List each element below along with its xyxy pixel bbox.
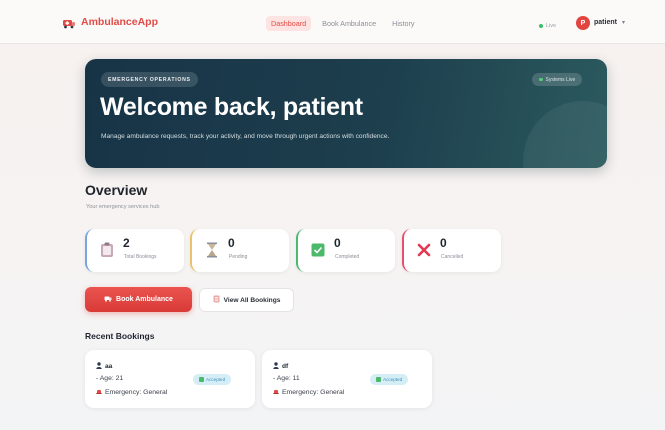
stat-pending: 0 Pending xyxy=(190,229,289,272)
top-nav: AmbulanceApp Dashboard Book Ambulance Hi… xyxy=(0,0,665,44)
stat-completed: 0 Completed xyxy=(296,229,395,272)
stat-value: 2 xyxy=(123,236,130,250)
chevron-down-icon[interactable]: ▾ xyxy=(622,19,625,26)
welcome-hero: EMERGENCY OPERATIONS Systems Live Welcom… xyxy=(85,59,607,168)
overview-title: Overview xyxy=(85,182,148,198)
status-dot-icon xyxy=(539,77,543,82)
live-dot-icon xyxy=(539,24,543,28)
check-box-icon xyxy=(199,377,204,382)
stat-cancelled: 0 Cancelled xyxy=(402,229,501,272)
nav-link-history[interactable]: History xyxy=(387,16,419,31)
booking-card[interactable]: aa - Age: 21 Emergency: General Accepted xyxy=(85,350,255,408)
book-ambulance-label: Book Ambulance xyxy=(116,296,173,303)
check-box-icon xyxy=(376,377,381,382)
stat-label: Cancelled xyxy=(441,254,464,260)
ambulance-icon xyxy=(62,16,76,29)
nav-link-book-ambulance[interactable]: Book Ambulance xyxy=(317,16,381,31)
check-box-icon xyxy=(310,242,326,258)
patient-name: df xyxy=(282,363,289,370)
book-ambulance-button[interactable]: Book Ambulance xyxy=(85,287,192,312)
recent-bookings-title: Recent Bookings xyxy=(85,331,155,341)
stat-total-bookings: 2 Total Bookings xyxy=(85,229,184,272)
booking-patient: df xyxy=(273,362,288,371)
status-badge: Accepted xyxy=(370,374,409,385)
emergency-label: Emergency: General xyxy=(282,388,345,396)
siren-icon xyxy=(273,388,279,396)
stat-value: 0 xyxy=(440,236,447,250)
hero-badge: EMERGENCY OPERATIONS xyxy=(101,72,198,87)
live-indicator: Live xyxy=(539,23,556,29)
patient-name: aa xyxy=(105,363,113,370)
systems-status: Systems Live xyxy=(532,73,583,86)
nav-links: Dashboard Book Ambulance History xyxy=(266,16,420,31)
booking-patient: aa xyxy=(96,362,112,371)
hourglass-icon xyxy=(204,242,220,258)
stat-label: Pending xyxy=(229,254,248,260)
overview-subtitle: Your emergency services hub xyxy=(86,204,160,210)
emergency-type: Emergency: General xyxy=(273,388,344,396)
user-name[interactable]: patient xyxy=(594,19,617,26)
brand-name: AmbulanceApp xyxy=(81,16,159,28)
ambulance-icon xyxy=(104,295,112,304)
patient-age: - Age: 11 xyxy=(273,375,300,382)
systems-status-label: Systems Live xyxy=(545,76,576,83)
person-icon xyxy=(273,362,279,371)
stat-label: Total Bookings xyxy=(124,254,157,260)
hero-subtitle: Manage ambulance requests, track your ac… xyxy=(101,133,390,140)
hero-title: Welcome back, patient xyxy=(100,93,363,121)
list-icon xyxy=(213,295,220,305)
emergency-label: Emergency: General xyxy=(105,388,168,396)
booking-card[interactable]: df - Age: 11 Emergency: General Accepted xyxy=(262,350,432,408)
nav-link-dashboard[interactable]: Dashboard xyxy=(266,16,312,31)
view-all-bookings-label: View All Bookings xyxy=(223,296,281,304)
clipboard-icon xyxy=(99,242,115,258)
status-label: Accepted xyxy=(206,377,226,382)
status-label: Accepted xyxy=(383,377,403,382)
emergency-type: Emergency: General xyxy=(96,388,167,396)
brand[interactable]: AmbulanceApp xyxy=(62,16,159,29)
stat-value: 0 xyxy=(334,236,341,250)
patient-age: - Age: 21 xyxy=(96,375,124,382)
stat-value: 0 xyxy=(228,236,235,250)
live-label: Live xyxy=(546,23,557,29)
view-all-bookings-button[interactable]: View All Bookings xyxy=(199,288,294,312)
hero-decoration xyxy=(523,101,607,168)
status-badge: Accepted xyxy=(193,374,232,385)
person-icon xyxy=(96,362,102,371)
avatar[interactable]: P xyxy=(576,16,590,30)
stat-label: Completed xyxy=(335,254,360,260)
cross-icon xyxy=(416,242,432,258)
siren-icon xyxy=(96,388,102,396)
